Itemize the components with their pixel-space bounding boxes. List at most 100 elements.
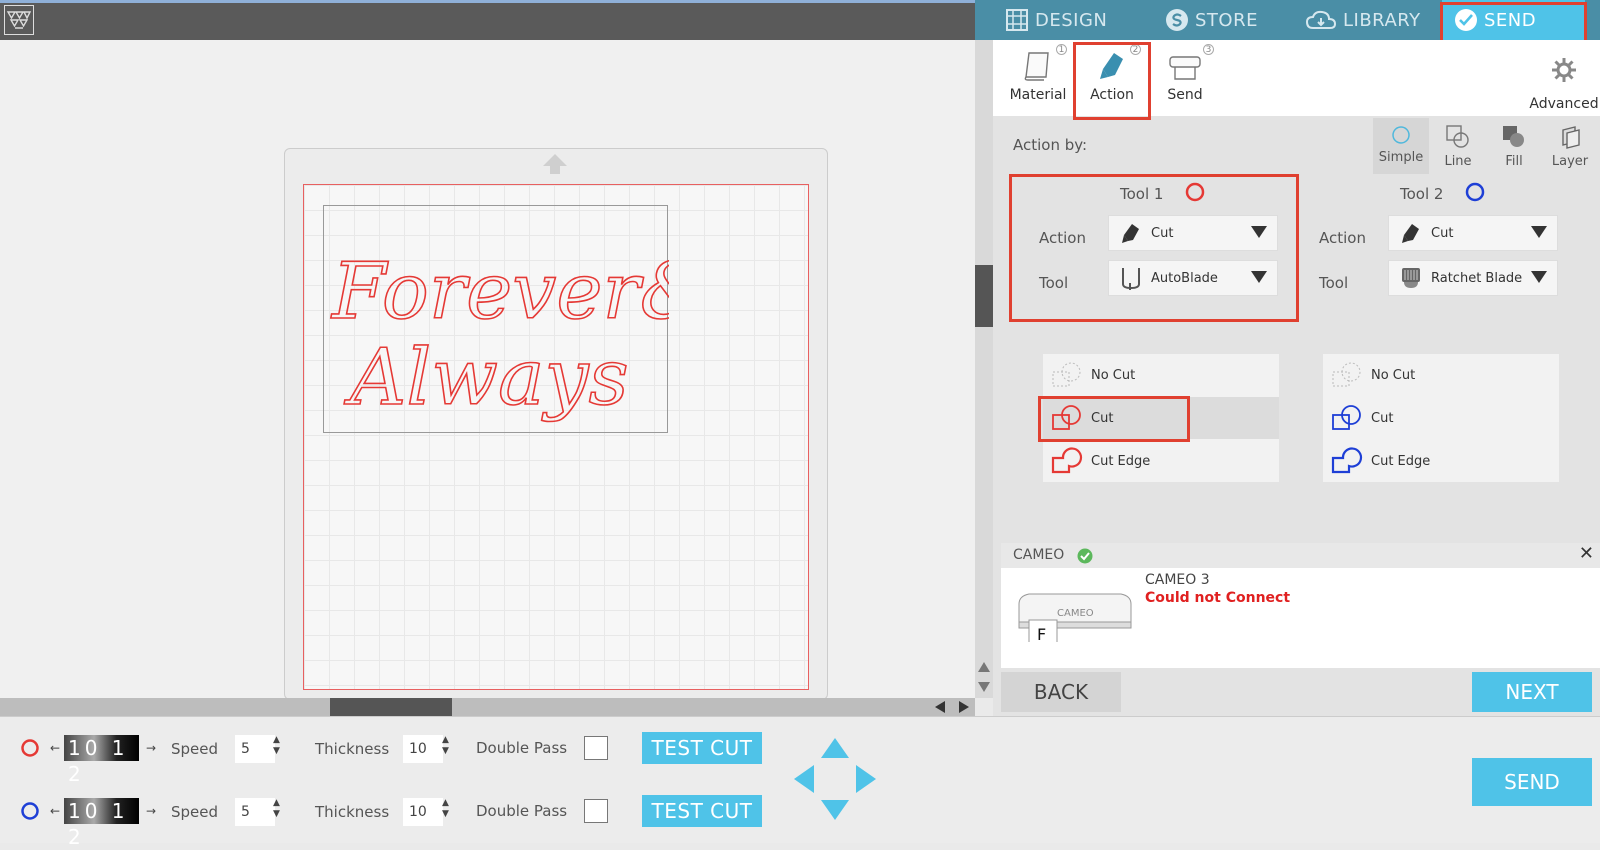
line-mode-icon: [1446, 125, 1469, 148]
highlight-cut-option: [1038, 396, 1190, 442]
blade-icon: [1402, 224, 1419, 243]
grid-icon: [1006, 9, 1028, 31]
depth-increase-icon[interactable]: →: [146, 804, 156, 818]
tool2-blade-depth[interactable]: 10 1 2: [64, 798, 139, 849]
step-send[interactable]: 3 Send: [1150, 44, 1220, 103]
tool2-double-pass-checkbox[interactable]: [584, 799, 608, 823]
device-image-text: CAMEO: [1057, 608, 1094, 619]
step-material[interactable]: 1 Material: [1003, 44, 1073, 103]
tool2-action-value: Cut: [1431, 225, 1454, 241]
advanced-button[interactable]: Advanced: [1528, 56, 1600, 112]
tool1-thickness-label: Thickness: [315, 740, 390, 758]
tool2-option-cut-edge[interactable]: Cut Edge: [1323, 440, 1559, 482]
hscroll-arrows-icon[interactable]: [933, 700, 971, 714]
tool2-color-icon: [21, 802, 39, 820]
step-badge: 1: [1056, 44, 1067, 55]
speed-stepper-icon[interactable]: ▲ ▼: [273, 798, 283, 822]
design-line2: Always: [344, 333, 629, 423]
tool2-title: Tool 2: [1400, 185, 1444, 203]
tool1-option-no-cut[interactable]: No Cut: [1043, 354, 1279, 396]
tool2-action-dropdown[interactable]: Cut: [1388, 215, 1558, 251]
tab-library-label: LIBRARY: [1343, 9, 1421, 31]
tab-store[interactable]: STORE: [1165, 0, 1258, 40]
mode-simple[interactable]: Simple: [1373, 118, 1429, 174]
mode-layer[interactable]: Layer: [1542, 118, 1598, 174]
vertical-scrollbar[interactable]: [975, 40, 993, 698]
arrow-left-icon[interactable]: [794, 765, 814, 793]
no-cut-icon: [1332, 362, 1361, 387]
ratchet-blade-icon: [1402, 268, 1420, 288]
tool1-blade-depth[interactable]: 10 1 2: [64, 735, 139, 786]
horizontal-scrollbar[interactable]: [0, 698, 975, 716]
next-button[interactable]: NEXT: [1472, 672, 1592, 712]
app-logo-icon[interactable]: [4, 5, 34, 35]
device-bar: CAMEO ✕: [1001, 543, 1600, 568]
depth-decrease-icon[interactable]: ←: [50, 741, 60, 755]
arrow-down-icon[interactable]: [821, 800, 849, 820]
cut-edge-icon: [1051, 447, 1083, 474]
tool2-option-label: Cut Edge: [1371, 453, 1431, 469]
step-send-label: Send: [1167, 87, 1203, 103]
tool2-test-cut-button[interactable]: TEST CUT: [642, 795, 762, 827]
cutter-machine-icon: [1169, 56, 1201, 80]
chevron-down-icon: [1531, 271, 1547, 283]
tool2-option-cut[interactable]: Cut: [1323, 397, 1559, 439]
highlight-tool1-settings: [1009, 174, 1299, 322]
cameo-device-image: CAMEO F: [1013, 582, 1137, 651]
tool2-cut-options: No Cut Cut Cut Edge: [1323, 354, 1559, 482]
design-object[interactable]: Forever& Always: [323, 205, 710, 433]
depth-increase-icon[interactable]: →: [146, 741, 156, 755]
design-line1: Forever&: [330, 247, 669, 337]
material-icon: [1024, 52, 1049, 81]
send-button[interactable]: SEND: [1472, 758, 1592, 806]
tool1-option-label: Cut Edge: [1091, 453, 1151, 469]
mode-layer-label: Layer: [1551, 154, 1589, 169]
layers-icon: [1562, 126, 1580, 149]
tab-design-label: DESIGN: [1035, 9, 1108, 31]
arrow-up-icon[interactable]: [821, 738, 849, 758]
main-nav: DESIGN STORE LIBRARY SEND: [975, 0, 1600, 46]
device-bar-label: CAMEO: [1013, 547, 1065, 563]
arrow-right-icon[interactable]: [856, 765, 876, 793]
mode-fill[interactable]: Fill: [1486, 118, 1542, 174]
forever-always-design: Forever& Always: [329, 246, 710, 424]
tab-library[interactable]: LIBRARY: [1305, 0, 1421, 40]
tool1-double-pass-checkbox[interactable]: [584, 736, 608, 760]
mode-line[interactable]: Line: [1430, 118, 1486, 174]
mode-line-label: Line: [1444, 154, 1472, 169]
tool1-test-cut-button[interactable]: TEST CUT: [642, 732, 762, 764]
tool2-thickness-input[interactable]: 10: [403, 798, 443, 826]
tab-design[interactable]: DESIGN: [1005, 0, 1107, 40]
tool2-option-no-cut[interactable]: No Cut: [1323, 354, 1559, 396]
cut-icon: [1332, 405, 1361, 430]
scroll-arrows-icon[interactable]: [977, 660, 991, 694]
mat-feed-arrow-icon: [543, 154, 567, 174]
circle-outline-icon: [1392, 126, 1410, 144]
tool1-speed-label: Speed: [171, 740, 219, 758]
advanced-label: Advanced: [1529, 96, 1599, 112]
mode-fill-label: Fill: [1505, 154, 1523, 169]
tool1-speed-input[interactable]: 5: [235, 735, 275, 763]
tab-store-label: STORE: [1195, 9, 1258, 31]
thickness-stepper-icon[interactable]: ▲ ▼: [442, 735, 452, 759]
depth-decrease-icon[interactable]: ←: [50, 804, 60, 818]
speed-stepper-icon[interactable]: ▲ ▼: [273, 735, 283, 759]
tool2-color-icon: [1465, 182, 1485, 202]
highlight-action-step: [1073, 42, 1151, 120]
tool1-thickness-input[interactable]: 10: [403, 735, 443, 763]
tool2-tool-label: Tool: [1319, 274, 1349, 292]
tool1-double-pass-label: Double Pass: [476, 739, 568, 757]
close-icon[interactable]: ✕: [1579, 543, 1594, 564]
horizontal-scroll-thumb[interactable]: [330, 698, 452, 716]
thickness-stepper-icon[interactable]: ▲ ▼: [442, 798, 452, 822]
back-button[interactable]: BACK: [1001, 672, 1121, 712]
vertical-scroll-thumb[interactable]: [975, 265, 993, 327]
store-s-icon: [1166, 9, 1188, 31]
mode-simple-label: Simple: [1378, 150, 1424, 165]
tool1-option-cut-edge[interactable]: Cut Edge: [1043, 440, 1279, 482]
tool2-speed-input[interactable]: 5: [235, 798, 275, 826]
tool1-color-icon: [21, 739, 39, 757]
tool2-speed-label: Speed: [171, 803, 219, 821]
step-badge: 3: [1203, 44, 1214, 55]
tool2-tool-dropdown[interactable]: Ratchet Blade: [1388, 260, 1558, 296]
